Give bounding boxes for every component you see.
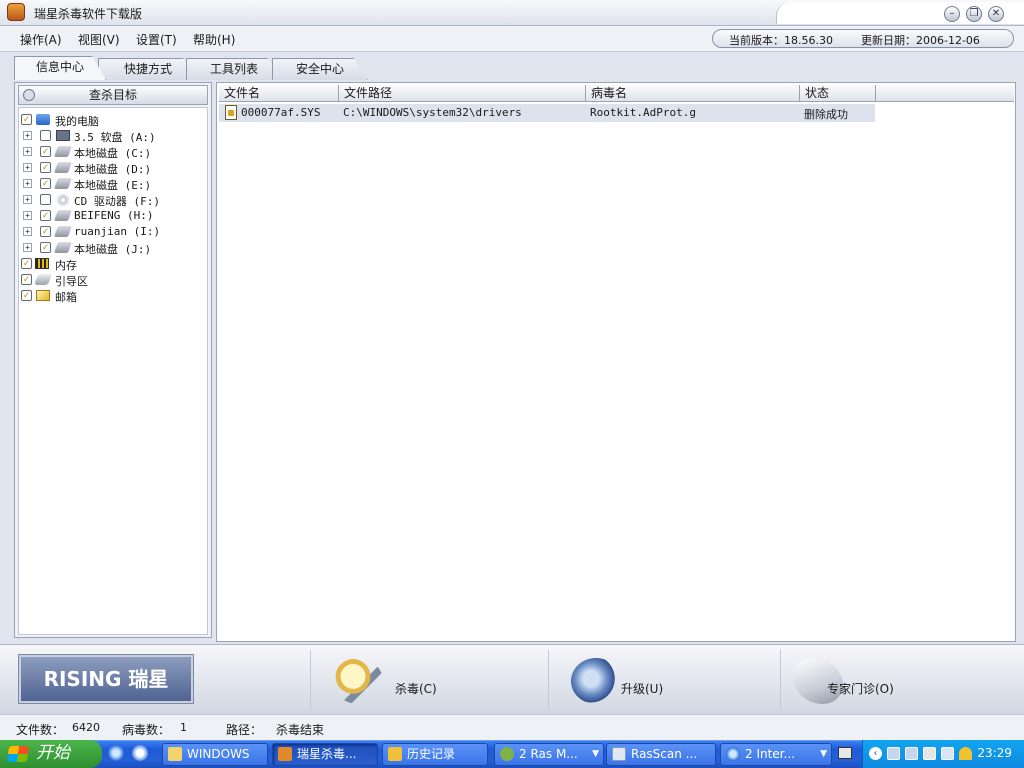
internet-explorer-icon[interactable]: [108, 745, 124, 761]
files-count-value: 6420: [72, 721, 100, 734]
tab-strip: 信息中心 快捷方式 工具列表 安全中心: [8, 54, 1016, 80]
taskbar-item-rising[interactable]: 瑞星杀毒...: [272, 743, 378, 766]
mailbox-icon: [36, 290, 50, 301]
expand-icon[interactable]: +: [23, 131, 32, 140]
column-header-status[interactable]: 状态: [800, 85, 876, 102]
minimize-icon[interactable]: –: [944, 6, 960, 22]
umbrella-icon[interactable]: [959, 747, 972, 760]
system-tray: ‹ 23:29: [862, 740, 1024, 768]
taskbar-item-ras-m[interactable]: 2 Ras M... ▼: [494, 743, 604, 766]
checkbox-drive-j[interactable]: ✓: [40, 242, 51, 253]
expand-icon[interactable]: +: [23, 211, 32, 220]
scan-results-table: 文件名 文件路径 病毒名 状态 000077af.SYS C:\WINDOWS\…: [216, 82, 1016, 642]
computer-icon: [36, 114, 50, 125]
menu-operate[interactable]: 操作(A): [20, 31, 62, 48]
version-info: 当前版本：18.56.30 更新日期：2006-12-06: [712, 29, 1014, 48]
internet-explorer-icon: [726, 747, 740, 761]
column-header-filepath[interactable]: 文件路径: [339, 85, 586, 102]
checkbox-drive-f[interactable]: [40, 194, 51, 205]
menu-help[interactable]: 帮助(H): [193, 31, 235, 48]
tab-shortcuts[interactable]: 快捷方式: [98, 58, 198, 80]
tab-tool-list[interactable]: 工具列表: [186, 58, 282, 80]
virus-count-label: 病毒数：: [122, 723, 171, 737]
expand-icon[interactable]: +: [23, 195, 32, 204]
update-date: 更新日期：2006-12-06: [861, 34, 980, 47]
checkbox-drive-i[interactable]: ✓: [40, 226, 51, 237]
files-count-label: 文件数：: [16, 723, 65, 737]
expand-icon[interactable]: +: [23, 243, 32, 252]
start-button[interactable]: 开始: [0, 740, 102, 768]
windows-logo-icon: [6, 746, 30, 762]
cell-filepath: C:\WINDOWS\system32\drivers: [343, 106, 522, 119]
rising-logo: RISING 瑞星: [18, 654, 194, 704]
magnifier-icon: [333, 658, 383, 704]
taskbar-item-windows[interactable]: WINDOWS: [162, 743, 268, 766]
close-icon[interactable]: ✕: [988, 6, 1004, 22]
expand-icon[interactable]: +: [23, 147, 32, 156]
checkbox-drive-c[interactable]: ✓: [40, 146, 51, 157]
floppy-icon: [56, 130, 70, 141]
checkbox-drive-a[interactable]: [40, 130, 51, 141]
title-bar: [0, 0, 1024, 26]
history-icon: [388, 747, 402, 761]
target-header-icon: [23, 89, 35, 101]
globe-upgrade-icon: [571, 658, 621, 704]
cd-drive-icon: [57, 194, 69, 206]
ras-icon: [500, 747, 514, 761]
rising-app-icon: [7, 3, 25, 21]
path-label: 路径：: [226, 723, 263, 737]
folder-icon: [168, 747, 182, 761]
expand-icon[interactable]: +: [23, 163, 32, 172]
group-arrow-icon: ▼: [592, 749, 599, 759]
tab-info-center[interactable]: 信息中心: [14, 56, 106, 80]
rising-app-icon: [278, 747, 292, 761]
expand-tray-icon[interactable]: ‹: [869, 747, 882, 760]
status-bar: 文件数： 6420 病毒数： 1 路径： 杀毒结束: [0, 714, 1024, 740]
file-icon: [225, 105, 237, 120]
checkbox-my-computer[interactable]: ✓: [21, 114, 32, 125]
network-icon[interactable]: [887, 747, 900, 760]
expand-icon[interactable]: +: [23, 227, 32, 236]
checkbox-boot-sector[interactable]: ✓: [21, 274, 32, 285]
tray-app-icon[interactable]: [923, 747, 936, 760]
group-arrow-icon: ▼: [820, 749, 827, 759]
path-value: 杀毒结束: [276, 723, 325, 737]
clock[interactable]: 23:29: [977, 746, 1012, 760]
column-header-virus-name[interactable]: 病毒名: [586, 85, 800, 102]
checkbox-drive-e[interactable]: ✓: [40, 178, 51, 189]
checkbox-mailbox[interactable]: ✓: [21, 290, 32, 301]
checkbox-drive-d[interactable]: ✓: [40, 162, 51, 173]
cell-status: 删除成功: [804, 108, 848, 121]
taskbar-item-history[interactable]: 历史记录: [382, 743, 488, 766]
cell-virus-name: Rootkit.AdProt.g: [590, 106, 696, 119]
expert-clinic-button[interactable]: 专家门诊(O): [780, 650, 1016, 710]
memory-icon: [35, 258, 49, 269]
cell-filename: 000077af.SYS: [241, 106, 321, 119]
taskbar-item-rasscan[interactable]: RasScan ...: [606, 743, 716, 766]
tab-security-center[interactable]: 安全中心: [272, 58, 368, 80]
keyboard-icon[interactable]: [838, 747, 852, 759]
network-icon[interactable]: [905, 747, 918, 760]
scan-target-header: 查杀目标: [18, 85, 208, 105]
document-icon: [612, 747, 626, 761]
column-header-filler: [876, 85, 1014, 102]
title-bar-decoration: [776, 2, 1024, 24]
window-title: 瑞星杀毒软件下载版: [34, 7, 143, 21]
column-header-filename[interactable]: 文件名: [219, 85, 339, 102]
tray-app-icon[interactable]: [941, 747, 954, 760]
upgrade-button[interactable]: 升级(U): [548, 650, 780, 710]
scan-button[interactable]: 杀毒(C): [310, 650, 546, 710]
virus-count-value: 1: [180, 721, 187, 734]
checkbox-drive-h[interactable]: ✓: [40, 210, 51, 221]
menu-view[interactable]: 视图(V): [78, 31, 120, 48]
checkbox-memory[interactable]: ✓: [21, 258, 32, 269]
taskbar-item-internet[interactable]: 2 Inter... ▼: [720, 743, 832, 766]
expand-icon[interactable]: +: [23, 179, 32, 188]
quick-launch-icon[interactable]: [132, 745, 148, 761]
menu-settings[interactable]: 设置(T): [136, 31, 177, 48]
current-version: 当前版本：18.56.30: [729, 34, 833, 47]
restore-icon[interactable]: ❐: [966, 6, 982, 22]
table-row[interactable]: 000077af.SYS C:\WINDOWS\system32\drivers…: [219, 104, 875, 122]
